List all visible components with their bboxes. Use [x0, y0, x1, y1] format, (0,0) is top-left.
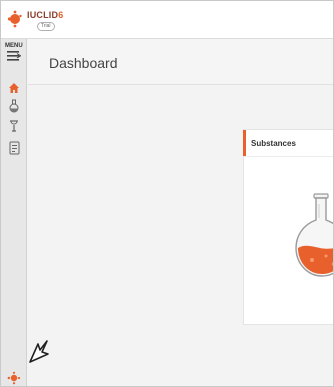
logo-mark-icon	[7, 10, 22, 28]
sidebar-item-substances[interactable]	[5, 97, 23, 115]
substances-card[interactable]: Substances	[243, 129, 333, 325]
app-logo[interactable]: IUCLID6 Trial	[7, 4, 67, 34]
home-icon	[9, 83, 19, 93]
sidebar: MENU	[1, 39, 27, 386]
main-content: Dashboard Substances	[28, 39, 333, 386]
logo-wordmark: IUCLID6	[27, 10, 64, 20]
card-title: Substances	[251, 139, 296, 148]
hamburger-menu-icon[interactable]	[7, 51, 21, 61]
logo-subtitle: Trial	[37, 22, 55, 31]
flask-icon	[295, 193, 333, 277]
top-bar: IUCLID6 Trial	[1, 1, 333, 39]
sidebar-item-home[interactable]	[5, 79, 23, 97]
sidebar-item-documents[interactable]	[5, 139, 23, 157]
card-accent-bar	[243, 130, 246, 156]
mixture-icon	[10, 120, 18, 132]
logo-mark-small-icon[interactable]	[7, 371, 21, 385]
page-header: Dashboard	[28, 39, 333, 85]
document-icon	[9, 141, 19, 155]
menu-label: MENU	[5, 43, 23, 49]
pointer-arrow-icon	[29, 340, 49, 363]
sidebar-item-mixtures[interactable]	[5, 117, 23, 135]
card-divider	[244, 156, 333, 157]
flask-icon	[9, 99, 19, 113]
app-window: IUCLID6 Trial MENU Dashboard Substances	[0, 0, 334, 387]
page-title: Dashboard	[49, 55, 118, 71]
